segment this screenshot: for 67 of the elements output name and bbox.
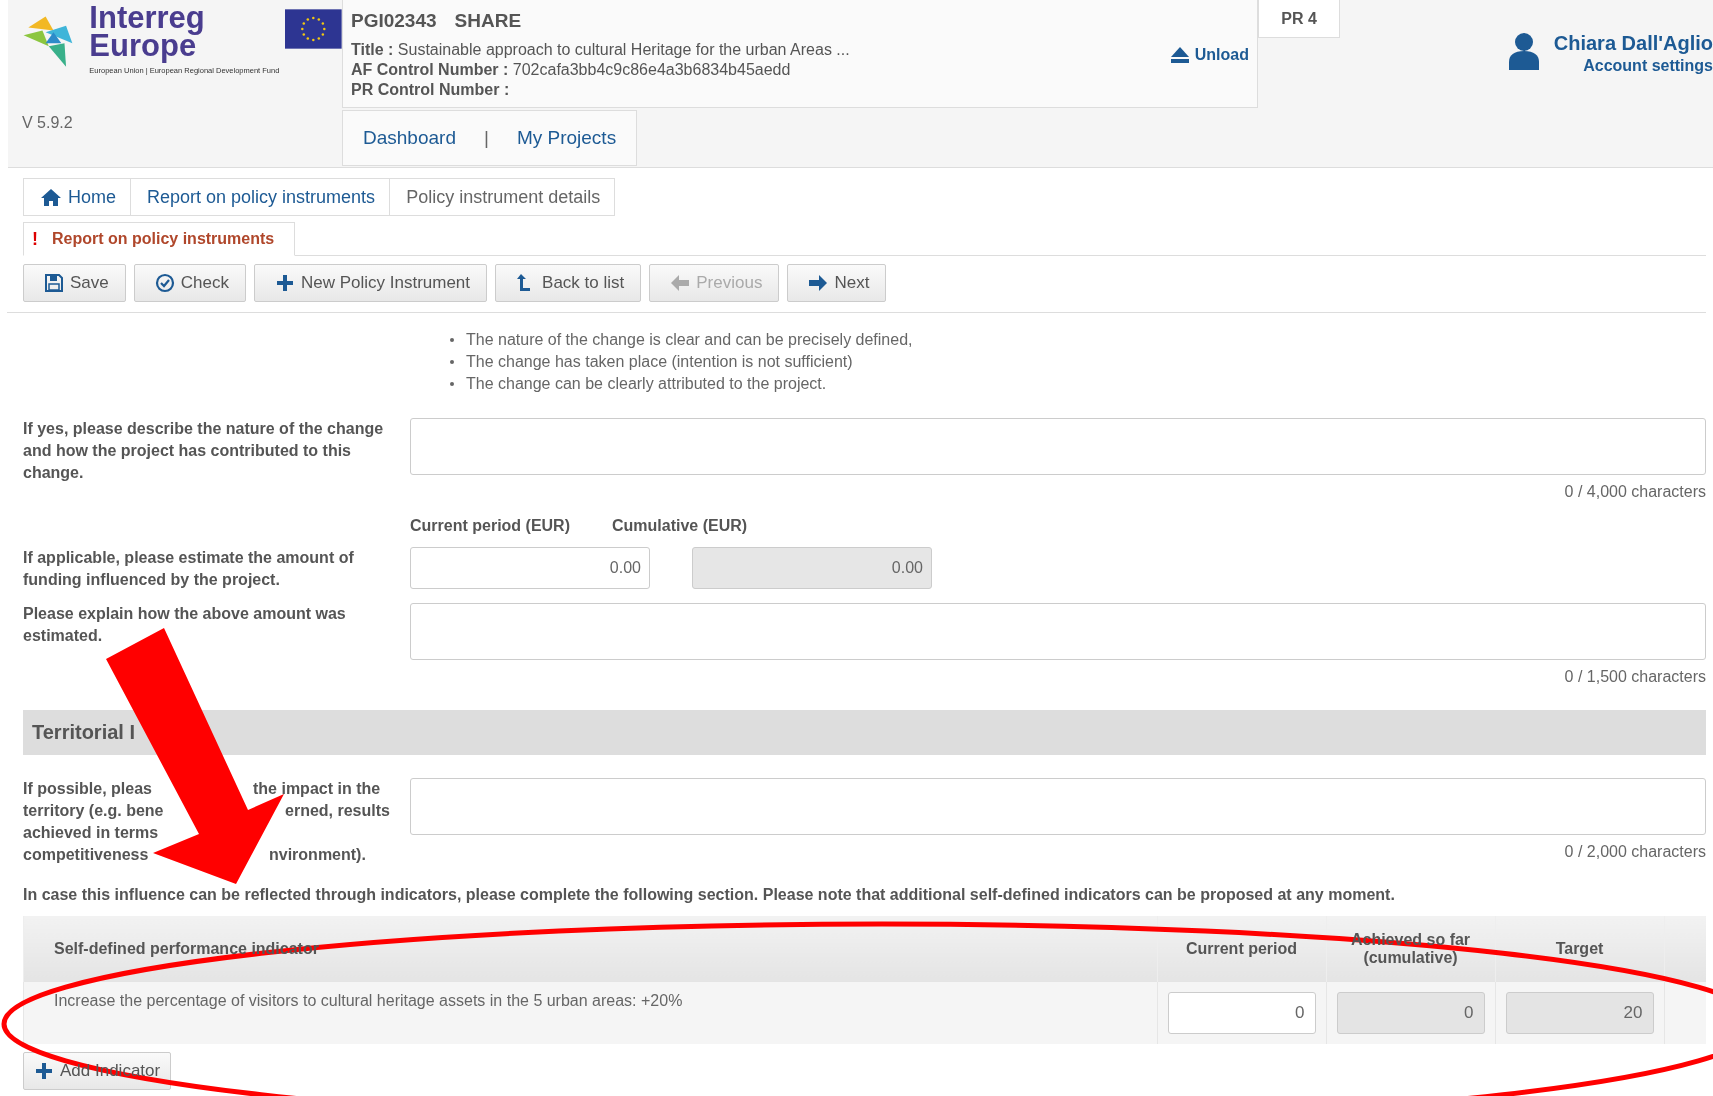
check-circle-icon: [154, 273, 175, 293]
instructions-text: In case this influence can be reflected through indicators, please complete the following section. Please note that additional self-defined indicators can be proposed at any moment.: [23, 886, 1396, 904]
nav-link[interactable]: Dashboard: [363, 127, 456, 149]
field-label: the impact in the: [253, 779, 382, 799]
field-value: Sustainable approach to cultural Heritage for the urban Areas ...: [396, 41, 850, 58]
character-counter: 0 / 1,500 characters: [1563, 668, 1706, 686]
column-header: Current period: [1157, 916, 1326, 982]
arrow-left-icon: [670, 273, 691, 293]
criterion-text: The change has taken place (intention is not sufficient): [466, 352, 853, 372]
toolbar-button[interactable]: Check: [133, 264, 246, 302]
section-title: Territorial I: [32, 721, 135, 744]
character-counter: 0 / 2,000 characters: [1563, 843, 1706, 861]
alert-mark: !: [32, 228, 38, 250]
impact-field[interactable]: [410, 778, 1706, 835]
bullet-icon: [450, 382, 454, 386]
breadcrumb-item[interactable]: Report on policy instruments: [131, 179, 391, 215]
report-tab[interactable]: PR 4: [1258, 0, 1340, 38]
tab-label: Report on policy instruments: [52, 230, 275, 248]
value-field[interactable]: 0: [1167, 992, 1316, 1034]
field-label: If applicable, please estimate the amount of funding influenced by the project.: [23, 548, 355, 590]
criterion-text: The change can be clearly attributed to the project.: [466, 374, 827, 394]
plus-icon: [34, 1061, 54, 1081]
nav-separator: |: [483, 127, 489, 149]
field-label: achieved in terms: [23, 823, 160, 843]
field-label: PR Control Number :: [351, 81, 510, 98]
character-counter: 0 / 4,000 characters: [1563, 483, 1706, 501]
version-label: V 5.9.2: [22, 114, 74, 132]
column-heading: Current period (EUR): [410, 517, 570, 535]
column-header: Self-defined performance indicator: [23, 916, 1157, 982]
column-heading: Cumulative (EUR): [612, 517, 748, 535]
eject-icon: [1169, 46, 1190, 64]
column-header: Achieved so far (cumulative): [1326, 916, 1495, 982]
field-label: If possible, pleas: [23, 779, 153, 799]
toolbar-button[interactable]: Save: [23, 264, 126, 302]
field-label: territory (e.g. bene: [23, 801, 165, 821]
field-label: Title :: [351, 41, 394, 58]
breadcrumb-item[interactable]: Home: [24, 179, 131, 215]
project-acronym: SHARE: [454, 10, 522, 32]
field-value: 702cafa3bb4c9c86e4a3b6834b45aedd: [511, 61, 791, 78]
field-label: erned, results: [285, 801, 391, 821]
home-icon: [40, 188, 62, 206]
bullet-icon: [450, 338, 454, 342]
description-field[interactable]: [410, 418, 1706, 475]
user-icon: [1507, 32, 1540, 70]
amount-field[interactable]: 0.00: [410, 547, 650, 589]
plus-icon: [274, 273, 295, 293]
field-label: Please explain how the above amount was estimated.: [23, 604, 347, 646]
column-header: Target: [1495, 916, 1664, 982]
field-label: competitiveness: [23, 845, 150, 865]
explanation-field[interactable]: [410, 603, 1706, 660]
nav-link[interactable]: My Projects: [516, 127, 617, 149]
user-name-link[interactable]: Chiara Dall'Aglio: [1553, 32, 1713, 55]
arrow-right-icon: [808, 273, 829, 293]
toolbar-button[interactable]: New Policy Instrument: [253, 264, 488, 302]
toolbar-button[interactable]: Next: [787, 264, 887, 302]
project-code: PGI02343: [351, 10, 437, 32]
section-tab[interactable]: ! Report on policy instruments: [23, 222, 296, 256]
toolbar-button[interactable]: Back to list: [495, 264, 642, 302]
field-label: If yes, please describe the nature of the change and how the project has contributed to this change.: [23, 419, 385, 483]
field-label: AF Control Number :: [351, 61, 509, 78]
bullet-icon: [450, 360, 454, 364]
table-cell: Increase the percentage of visitors to cultural heritage assets in the 5 urban areas: +20%: [23, 982, 1157, 1044]
account-settings-link[interactable]: Account settings: [1583, 57, 1713, 75]
unload-link[interactable]: Unload: [1169, 46, 1249, 64]
breadcrumb-item[interactable]: Policy instrument details: [390, 179, 615, 215]
field-label: nvironment).: [269, 845, 367, 865]
criterion-text: The nature of the change is clear and can be precisely defined,: [466, 330, 913, 350]
